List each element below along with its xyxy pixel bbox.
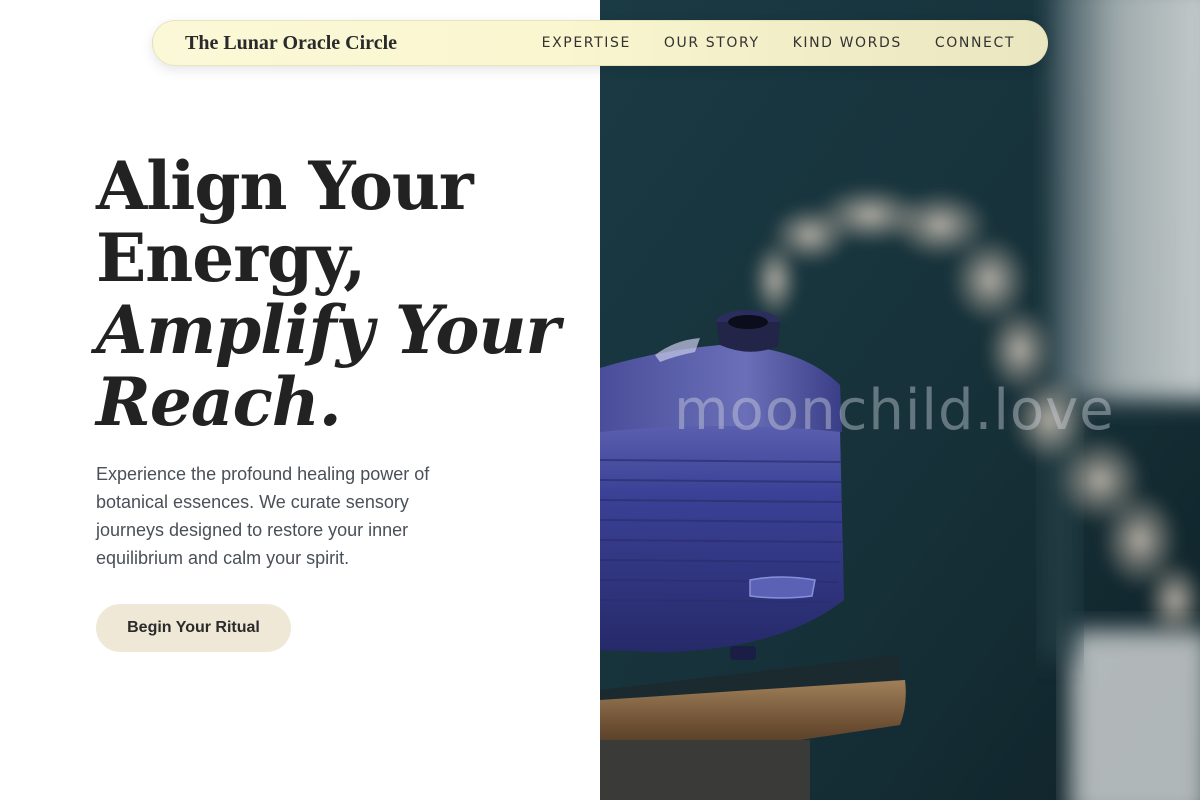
nav-link-expertise[interactable]: EXPERTISE — [542, 35, 631, 51]
watermark-text: moonchild.love — [674, 378, 1115, 443]
nav-link-connect[interactable]: CONNECT — [935, 35, 1015, 51]
headline-line-4: Reach. — [96, 363, 342, 441]
hero-intro-text: Experience the profound healing power of… — [96, 464, 430, 568]
top-navbar: The Lunar Oracle Circle EXPERTISE OUR ST… — [152, 20, 1048, 66]
brand-logo[interactable]: The Lunar Oracle Circle — [185, 32, 397, 55]
headline-line-1: Align Your — [96, 147, 474, 225]
headline-line-2: Energy, — [96, 219, 366, 297]
nav-link-our-story[interactable]: OUR STORY — [664, 35, 760, 51]
nav-link-kind-words[interactable]: KIND WORDS — [793, 35, 902, 51]
hero-image: moonchild.love — [600, 0, 1200, 800]
nav-links: EXPERTISE OUR STORY KIND WORDS CONNECT — [542, 35, 1015, 51]
headline-line-3: Amplify Your — [96, 291, 560, 369]
begin-ritual-button[interactable]: Begin Your Ritual — [96, 604, 291, 652]
hero-headline: Align Your Energy, Amplify Your Reach. — [96, 150, 576, 438]
